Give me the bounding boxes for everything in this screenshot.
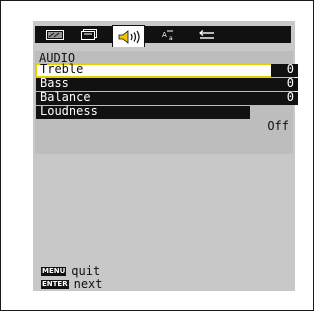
speaker-icon bbox=[118, 29, 140, 44]
hint-next: ENTER next bbox=[41, 277, 103, 291]
quit-label: quit bbox=[71, 264, 101, 278]
loudness-label: Loudness bbox=[40, 104, 98, 118]
svg-text:a: a bbox=[169, 35, 173, 40]
balance-value: 0 bbox=[286, 90, 294, 104]
menu-key-icon: MENU bbox=[41, 266, 67, 276]
display-icon bbox=[81, 29, 97, 40]
tab-input[interactable] bbox=[195, 26, 219, 43]
svg-text:A: A bbox=[162, 31, 167, 39]
menu-item-loudness[interactable]: Loudness bbox=[36, 104, 250, 119]
key-hints: MENU quit ENTER next bbox=[35, 262, 293, 291]
bass-label: Bass bbox=[40, 76, 69, 90]
hint-quit: MENU quit bbox=[41, 264, 100, 278]
picture-icon bbox=[46, 29, 64, 40]
tab-bar: A a bbox=[35, 25, 291, 47]
enter-key-icon: ENTER bbox=[41, 279, 69, 289]
tab-setup[interactable]: A a bbox=[157, 26, 181, 43]
input-icon bbox=[199, 29, 214, 39]
loudness-value[interactable]: Off bbox=[267, 119, 289, 133]
bass-value: 0 bbox=[286, 76, 294, 90]
setup-icon: A a bbox=[162, 30, 173, 40]
tab-audio[interactable] bbox=[112, 25, 145, 47]
audio-panel: AUDIO Treble 0 Bass 0 Balance 0 Loudness… bbox=[35, 51, 298, 154]
treble-label: Treble bbox=[40, 62, 84, 76]
osd-menu: A a AUDIO Treble 0 Bass 0 Balance 0 Loud… bbox=[33, 21, 298, 291]
tab-display[interactable] bbox=[77, 26, 101, 43]
tab-picture[interactable] bbox=[43, 26, 67, 43]
treble-value: 0 bbox=[286, 62, 294, 76]
balance-label: Balance bbox=[40, 90, 91, 104]
next-label: next bbox=[73, 277, 103, 291]
menu-item-treble[interactable]: Treble 0 bbox=[36, 62, 298, 77]
